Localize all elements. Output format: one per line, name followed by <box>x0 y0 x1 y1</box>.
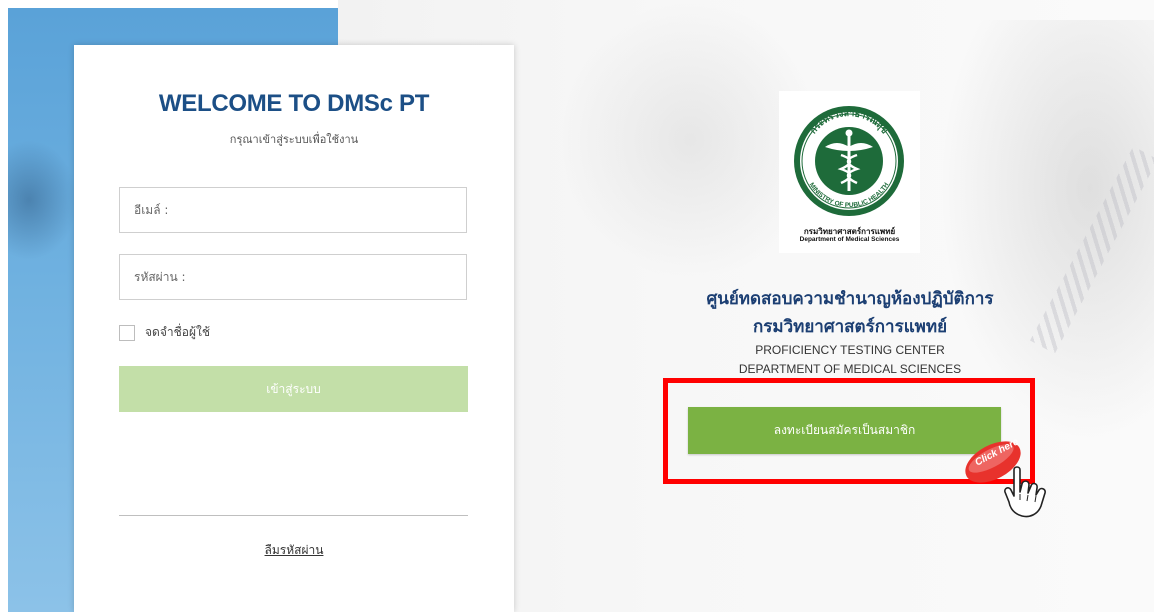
background-decoration <box>8 140 78 260</box>
ministry-logo: กระทรวงสาธารณสุข MINISTRY OF PUBLIC HEAL… <box>779 91 920 253</box>
center-title-english: PROFICIENCY TESTING CENTER <box>755 343 945 357</box>
email-field[interactable] <box>119 187 467 233</box>
hand-pointer-icon <box>1004 466 1046 518</box>
remember-label: จดจำชื่อผู้ใช้ <box>145 325 210 339</box>
divider <box>119 515 468 516</box>
login-subtitle: กรุณาเข้าสู่ระบบเพื่อใช้งาน <box>229 133 359 146</box>
password-field[interactable] <box>119 254 467 300</box>
register-button[interactable]: ลงทะเบียนสมัครเป็นสมาชิก <box>688 407 1001 454</box>
forgot-password-link[interactable]: ลืมรหัสผ่าน <box>74 541 514 560</box>
login-title: WELCOME TO DMSc PT <box>158 90 430 117</box>
background-figure <box>940 20 1154 440</box>
center-subtitle-thai: กรมวิทยาศาสตร์การแพทย์ <box>752 317 948 337</box>
login-card: WELCOME TO DMSc PT กรุณาเข้าสู่ระบบเพื่อ… <box>74 45 514 612</box>
remember-checkbox[interactable] <box>119 324 135 341</box>
caduceus-seal-icon: กระทรวงสาธารณสุข MINISTRY OF PUBLIC HEAL… <box>794 106 904 216</box>
remember-me[interactable]: จดจำชื่อผู้ใช้ <box>119 323 210 342</box>
page: WELCOME TO DMSc PT กรุณาเข้าสู่ระบบเพื่อ… <box>0 0 1154 612</box>
logo-dept-english: Department of Medical Sciences <box>799 236 900 243</box>
center-subtitle-english: DEPARTMENT OF MEDICAL SCIENCES <box>738 362 962 376</box>
login-button[interactable]: เข้าสู่ระบบ <box>119 366 468 412</box>
center-title-thai: ศูนย์ทดสอบความชำนาญห้องปฏิบัติการ <box>706 289 994 309</box>
